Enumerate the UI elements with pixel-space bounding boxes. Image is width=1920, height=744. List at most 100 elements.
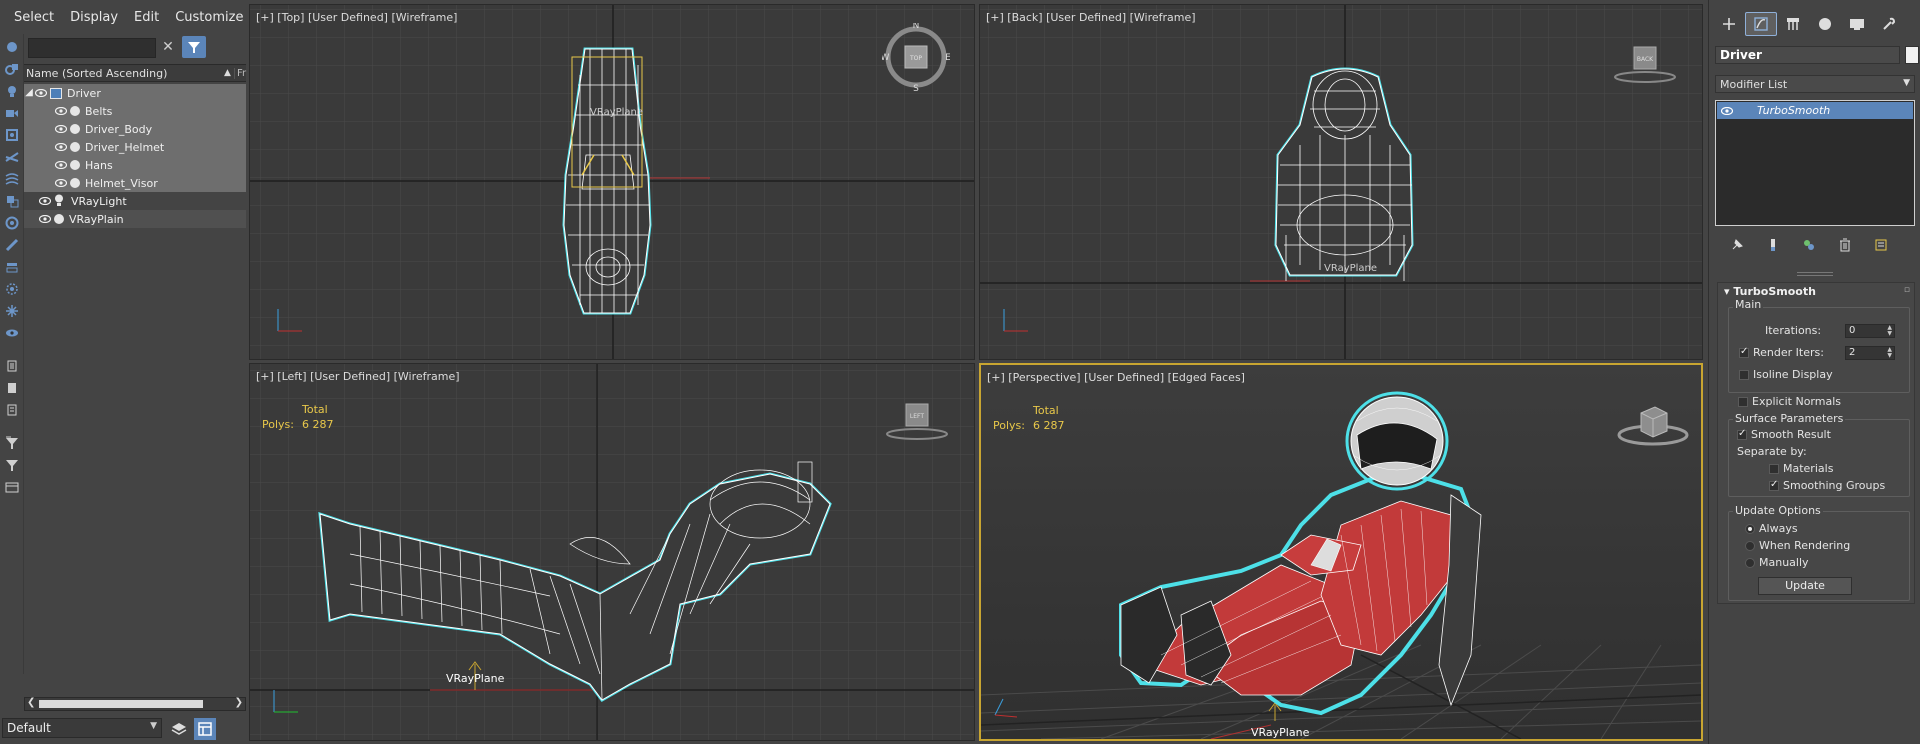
eye-icon[interactable] <box>38 214 52 224</box>
bone-objects-icon[interactable] <box>3 236 21 254</box>
xrefs-filter-icon[interactable] <box>3 192 21 210</box>
display-none-icon[interactable] <box>3 379 21 397</box>
tab-create[interactable] <box>1713 12 1745 36</box>
group-title: Update Options <box>1733 504 1823 517</box>
tree-item-vrayplain[interactable]: VRayPlain <box>24 210 246 228</box>
when-rendering-radio[interactable] <box>1745 541 1755 551</box>
tree-item-driver-body[interactable]: Driver_Body <box>24 120 246 138</box>
viewport-left[interactable]: [+] [Left] [User Defined] [Wireframe] To… <box>249 363 975 741</box>
manually-radio[interactable] <box>1745 558 1755 568</box>
particles-filter-icon[interactable] <box>3 280 21 298</box>
tree-item-driver-helmet[interactable]: Driver_Helmet <box>24 138 246 156</box>
tree-item-vraylight[interactable]: VRayLight <box>24 192 246 210</box>
viewport-label[interactable]: [+] [Back] [User Defined] [Wireframe] <box>986 11 1196 24</box>
viewport-back[interactable]: [+] [Back] [User Defined] [Wireframe] VR… <box>979 4 1703 360</box>
expand-arrow-icon[interactable]: ◢ <box>24 84 34 102</box>
layers-button[interactable] <box>168 718 190 740</box>
eye-icon[interactable] <box>54 160 68 170</box>
groups-filter-icon[interactable] <box>3 170 21 188</box>
smoothing-groups-checkbox[interactable] <box>1769 479 1779 491</box>
iterations-spinner[interactable]: 0 ▲ ▼ <box>1845 324 1895 338</box>
tab-hierarchy[interactable] <box>1777 12 1809 36</box>
tree-item-driver[interactable]: ◢ Driver <box>24 84 246 102</box>
lights-filter-icon[interactable] <box>3 82 21 100</box>
shapes-filter-icon[interactable] <box>3 60 21 78</box>
filter-toggle-button[interactable] <box>182 36 206 58</box>
modifier-stack: TurboSmooth <box>1715 100 1915 226</box>
scene-explorer-button[interactable] <box>194 718 216 740</box>
render-iters-checkbox[interactable] <box>1739 346 1749 358</box>
explorer-horizontal-scrollbar[interactable]: ❮ ❯ <box>24 697 246 711</box>
tab-motion[interactable] <box>1809 12 1841 36</box>
viewport-label[interactable]: [+] [Top] [User Defined] [Wireframe] <box>256 11 457 24</box>
rollout-title[interactable]: ▾ TurboSmooth <box>1724 285 1816 298</box>
pin-stack-icon[interactable] <box>1719 236 1755 254</box>
object-name-field[interactable]: Driver <box>1715 46 1900 64</box>
smooth-result-checkbox[interactable] <box>1737 428 1747 440</box>
tab-display[interactable] <box>1841 12 1873 36</box>
containers-filter-icon[interactable] <box>3 258 21 276</box>
object-color-swatch[interactable] <box>1905 46 1919 64</box>
rollout-resize-grip[interactable] <box>1797 272 1833 276</box>
filter-combo-icon[interactable] <box>3 434 21 452</box>
make-unique-icon[interactable] <box>1791 236 1827 254</box>
spacewarps-filter-icon[interactable] <box>3 148 21 166</box>
bones-filter-icon[interactable] <box>3 214 21 232</box>
tab-modify[interactable] <box>1745 12 1777 36</box>
viewcube[interactable]: LEFT <box>882 400 952 444</box>
hidden-filter-icon[interactable] <box>3 324 21 342</box>
menu-select[interactable]: Select <box>6 10 62 25</box>
tree-item-belts[interactable]: Belts <box>24 102 246 120</box>
viewport-label[interactable]: [+] [Perspective] [User Defined] [Edged … <box>987 371 1245 384</box>
viewcube[interactable] <box>1615 401 1691 449</box>
render-iters-spinner[interactable]: 2 ▲ ▼ <box>1845 346 1895 360</box>
cameras-filter-icon[interactable] <box>3 104 21 122</box>
column-header-frozen[interactable]: Fr <box>234 67 246 79</box>
modifier-list-dropdown[interactable]: Modifier List ▼ <box>1715 75 1915 93</box>
eye-icon[interactable] <box>34 88 48 98</box>
scroll-right-icon[interactable]: ❯ <box>235 697 243 708</box>
viewport-perspective[interactable]: [+] [Perspective] [User Defined] [Edged … <box>979 363 1703 741</box>
update-button[interactable]: Update <box>1758 577 1852 595</box>
viewport-top[interactable]: [+] [Top] [User Defined] [Wireframe] VRa… <box>249 4 975 360</box>
menu-edit[interactable]: Edit <box>126 10 167 25</box>
always-radio[interactable] <box>1745 524 1755 534</box>
eye-icon[interactable] <box>1717 106 1737 115</box>
eye-icon[interactable] <box>54 178 68 188</box>
configure-sets-icon[interactable] <box>1863 236 1899 254</box>
clear-search-icon[interactable]: ✕ <box>160 38 176 56</box>
scroll-left-icon[interactable]: ❮ <box>27 697 35 708</box>
tree-item-label: Hans <box>85 158 113 172</box>
scene-explorer: ✕ Name (Sorted Ascending) ▲ Fr ◢ Driver … <box>24 34 246 744</box>
active-layer-dropdown[interactable]: Default ▼ <box>2 718 162 738</box>
frozen-filter-icon[interactable] <box>3 302 21 320</box>
helpers-filter-icon[interactable] <box>3 126 21 144</box>
viewcube[interactable]: BACK <box>1610 43 1680 87</box>
display-all-icon[interactable] <box>3 357 21 375</box>
explicit-normals-checkbox[interactable] <box>1738 397 1748 407</box>
materials-checkbox[interactable] <box>1769 464 1779 474</box>
stack-item-turbosmooth[interactable]: TurboSmooth <box>1717 102 1913 119</box>
cube-face-label: BACK <box>1637 56 1654 63</box>
viewport-label[interactable]: [+] [Left] [User Defined] [Wireframe] <box>256 370 460 383</box>
filter-icon[interactable] <box>3 456 21 474</box>
display-invert-icon[interactable] <box>3 401 21 419</box>
search-input[interactable] <box>28 38 156 58</box>
eye-icon[interactable] <box>54 106 68 116</box>
tree-item-hans[interactable]: Hans <box>24 156 246 174</box>
tab-utilities[interactable] <box>1873 12 1905 36</box>
rollout-pin-icon[interactable]: ▫ <box>1904 285 1910 295</box>
viewcube[interactable]: TOP N S E W <box>881 21 952 94</box>
tree-item-helmet-visor[interactable]: Helmet_Visor <box>24 174 246 192</box>
isoline-display-checkbox[interactable] <box>1739 370 1749 380</box>
layer-explorer-icon[interactable] <box>3 478 21 496</box>
scrollbar-thumb[interactable] <box>39 700 203 708</box>
remove-modifier-icon[interactable] <box>1827 236 1863 254</box>
column-header-name[interactable]: Name (Sorted Ascending) ▲ Fr <box>24 64 246 82</box>
show-end-result-icon[interactable] <box>1755 236 1791 254</box>
menu-display[interactable]: Display <box>62 10 126 25</box>
eye-icon[interactable] <box>54 142 68 152</box>
menu-customize[interactable]: Customize <box>167 10 251 25</box>
eye-icon[interactable] <box>38 196 52 206</box>
eye-icon[interactable] <box>54 124 68 134</box>
